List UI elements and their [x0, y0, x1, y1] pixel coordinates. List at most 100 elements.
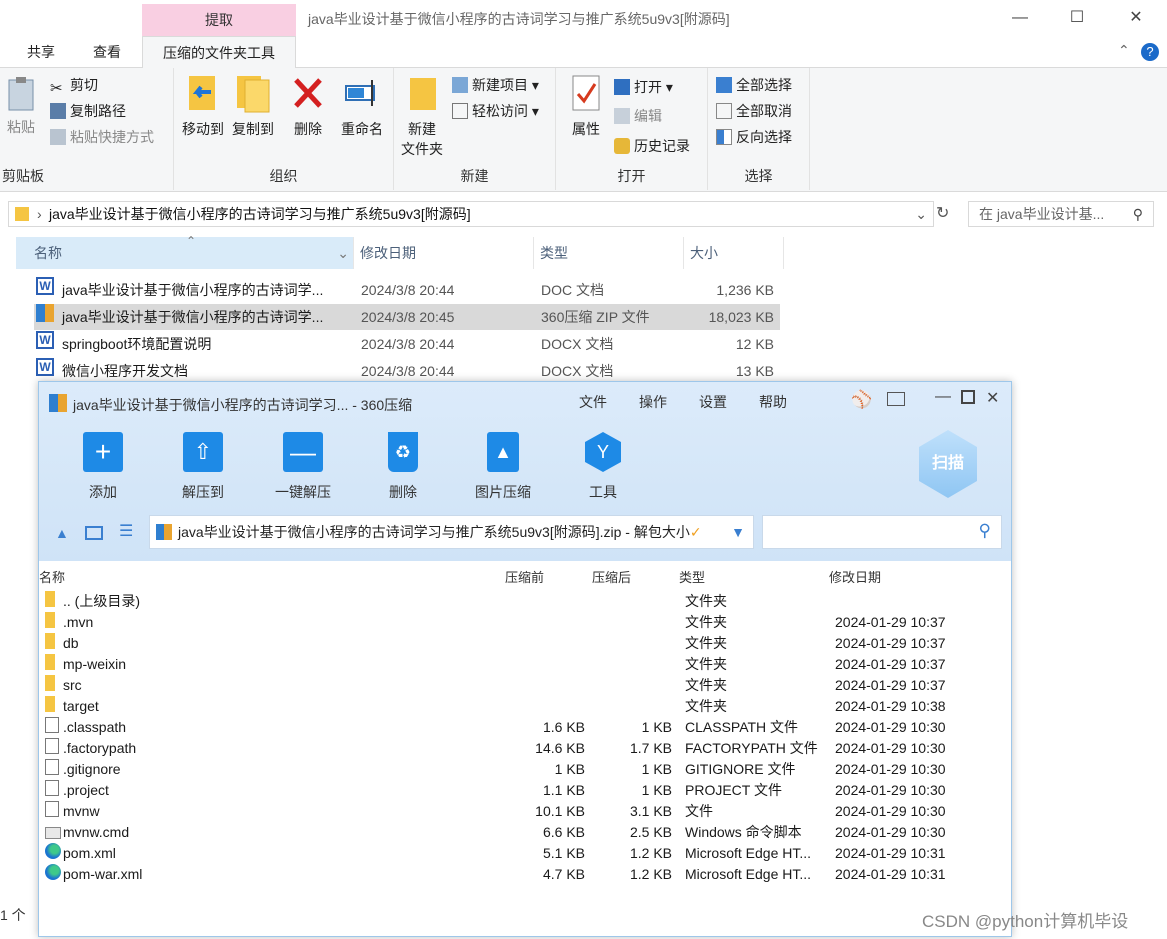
zip-row[interactable]: src 文件夹 2024-01-29 10:37	[39, 675, 1011, 696]
zip-row[interactable]: .classpath 1.6 KB 1 KB CLASSPATH 文件 2024-01-…	[39, 717, 1011, 738]
open-icon	[614, 79, 630, 95]
zip-before: 4.7 KB	[542, 866, 585, 882]
zip-one-click-extract-label: 一键解压	[275, 484, 331, 500]
delete-icon	[294, 78, 322, 108]
move-to-button[interactable]: 移动到	[178, 74, 228, 139]
chevron-v-icon: ✓	[689, 524, 702, 540]
zip-menu-file[interactable]: 文件	[579, 392, 607, 412]
column-size[interactable]: 大小	[684, 237, 784, 269]
easy-access-button[interactable]: 轻松访问 ▾	[452, 100, 539, 122]
zip-menu-help[interactable]: 帮助	[759, 392, 787, 412]
zip-close-icon[interactable]: ✕	[986, 388, 999, 408]
zip-image-compress-button[interactable]: ▲ 图片压缩	[463, 432, 543, 502]
collapse-ribbon-icon[interactable]: ⌃	[1118, 42, 1130, 59]
zip-row[interactable]: mp-weixin 文件夹 2024-01-29 10:37	[39, 654, 1011, 675]
zip-column-after[interactable]: 压缩后	[592, 567, 631, 586]
tab-extract[interactable]: 提取	[142, 4, 296, 36]
zip-row[interactable]: .project 1.1 KB 1 KB PROJECT 文件 2024-01-29 1…	[39, 780, 1011, 801]
tab-compressed-folder-tools[interactable]: 压缩的文件夹工具	[142, 36, 296, 69]
zip-row[interactable]: mvnw.cmd 6.6 KB 2.5 KB Windows 命令脚本 2024-01-…	[39, 822, 1011, 843]
delete-button[interactable]: 删除	[286, 74, 330, 139]
group-label-new: 新建	[460, 168, 489, 184]
folder-icon	[45, 696, 55, 712]
zip-column-date[interactable]: 修改日期	[829, 567, 881, 586]
help-icon[interactable]: ?	[1141, 43, 1159, 61]
zip-row[interactable]: .mvn 文件夹 2024-01-29 10:37	[39, 612, 1011, 633]
close-icon[interactable]: ✕	[1126, 8, 1146, 28]
zip-row[interactable]: pom-war.xml 4.7 KB 1.2 KB Microsoft Edge HT…	[39, 864, 1011, 885]
zip-name: mvnw	[63, 803, 100, 819]
zip-one-click-extract-button[interactable]: — 一键解压	[263, 432, 343, 502]
paste-button[interactable]: 粘贴	[4, 76, 38, 137]
thumbnail-view-icon[interactable]	[85, 526, 103, 540]
maximize-icon[interactable]: ☐	[1067, 8, 1087, 28]
zip-date: 2024-01-29 10:30	[835, 740, 946, 756]
zip-row[interactable]: .factorypath 14.6 KB 1.7 KB FACTORYPATH 文件 2…	[39, 738, 1011, 759]
refresh-icon[interactable]: ↻	[936, 203, 949, 223]
up-arrow-icon[interactable]: ▲	[55, 525, 69, 541]
feedback-icon[interactable]	[887, 392, 905, 406]
cut-button[interactable]: ✂ 剪切	[50, 74, 98, 97]
zip-row[interactable]: db 文件夹 2024-01-29 10:37	[39, 633, 1011, 654]
zip-path-dropdown-icon[interactable]: ▼	[725, 516, 745, 548]
zip-type: PROJECT 文件	[685, 782, 782, 798]
new-folder-button[interactable]: 新建 文件夹	[398, 74, 446, 159]
zip-minimize-icon[interactable]: —	[935, 388, 951, 406]
zip-row[interactable]: mvnw 10.1 KB 3.1 KB 文件 2024-01-29 10:30	[39, 801, 1011, 822]
history-icon	[614, 138, 630, 154]
zip-row[interactable]: target 文件夹 2024-01-29 10:38	[39, 696, 1011, 717]
zip-column-name[interactable]: 名称	[39, 567, 65, 586]
zip-menu-action[interactable]: 操作	[639, 392, 667, 412]
zip-row[interactable]: pom.xml 5.1 KB 1.2 KB Microsoft Edge HT... 2…	[39, 843, 1011, 864]
rename-icon	[345, 80, 375, 106]
zip-type: 文件夹	[685, 593, 727, 609]
zip-column-before[interactable]: 压缩前	[505, 567, 544, 586]
chevron-down-icon[interactable]: ⌄	[915, 202, 927, 226]
zip-search-input[interactable]: ⚲	[762, 515, 1002, 549]
column-type[interactable]: 类型	[534, 237, 684, 269]
column-dropdown-icon[interactable]: ⌄	[337, 237, 349, 269]
new-item-button[interactable]: 新建项目 ▾	[452, 74, 539, 96]
zip-path-bar[interactable]: java毕业设计基于微信小程序的古诗词学习与推广系统5u9v3[附源码].zip…	[149, 515, 754, 549]
zip-tools-button[interactable]: Y 工具	[563, 432, 643, 502]
column-name[interactable]: 名称 ⌃ ⌄	[16, 234, 354, 269]
edit-button[interactable]: 编辑	[614, 105, 662, 127]
invert-selection-button[interactable]: 反向选择	[716, 126, 792, 148]
select-none-button[interactable]: 全部取消	[716, 100, 792, 122]
zip-add-button[interactable]: + 添加	[63, 432, 143, 502]
zip-maximize-icon[interactable]	[961, 390, 975, 404]
properties-button[interactable]: 属性	[564, 74, 608, 139]
paste-shortcut-button[interactable]: 粘贴快捷方式	[50, 126, 154, 148]
history-button[interactable]: 历史记录	[614, 135, 690, 157]
group-new: 新建 文件夹 新建项目 ▾ 轻松访问 ▾ 新建	[394, 68, 556, 190]
zip-row[interactable]: .. (上级目录) 文件夹	[39, 591, 1011, 612]
copy-path-button[interactable]: 复制路径	[50, 100, 126, 122]
file-row[interactable]: Wspringboot环境配置说明 2024/3/8 20:44 DOCX 文档 12…	[34, 331, 780, 357]
column-date[interactable]: 修改日期	[354, 237, 534, 269]
file-row[interactable]: Wjava毕业设计基于微信小程序的古诗词学... 2024/3/8 20:44 DO…	[34, 277, 780, 303]
list-view-icon[interactable]: ☰	[119, 521, 133, 541]
minimize-icon[interactable]: —	[1010, 8, 1030, 28]
address-bar-row: › java毕业设计基于微信小程序的古诗词学习与推广系统5u9v3[附源码] ⌄…	[0, 193, 1167, 235]
scan-button[interactable]: 扫描	[919, 430, 977, 498]
zip-menu-settings[interactable]: 设置	[699, 392, 727, 412]
new-item-label: 新建项目	[472, 77, 528, 93]
zip-name: .classpath	[63, 719, 127, 735]
skin-icon[interactable]: ⚾	[851, 390, 872, 410]
zip-row[interactable]: .gitignore 1 KB 1 KB GITIGNORE 文件 2024-01-29…	[39, 759, 1011, 780]
zip-delete-button[interactable]: ♻ 删除	[363, 432, 443, 502]
tab-view[interactable]: 查看	[78, 36, 136, 68]
copy-to-button[interactable]: 复制到	[228, 74, 278, 139]
search-input[interactable]: 在 java毕业设计基... ⚲	[968, 201, 1154, 227]
rename-button[interactable]: 重命名	[334, 74, 390, 139]
select-all-button[interactable]: 全部选择	[716, 74, 792, 96]
file-row[interactable]: java毕业设计基于微信小程序的古诗词学... 2024/3/8 20:45 360…	[34, 304, 780, 330]
zip-column-type[interactable]: 类型	[679, 567, 705, 586]
zip-extract-to-label: 解压到	[182, 484, 224, 500]
file-type: DOC 文档	[541, 282, 604, 298]
address-bar[interactable]: › java毕业设计基于微信小程序的古诗词学习与推广系统5u9v3[附源码] ⌄	[8, 201, 934, 227]
zip-extract-to-button[interactable]: ⇧ 解压到	[163, 432, 243, 502]
zip-after: 3.1 KB	[629, 803, 672, 819]
open-button[interactable]: 打开 ▾	[614, 76, 673, 98]
tab-share[interactable]: 共享	[12, 36, 70, 68]
